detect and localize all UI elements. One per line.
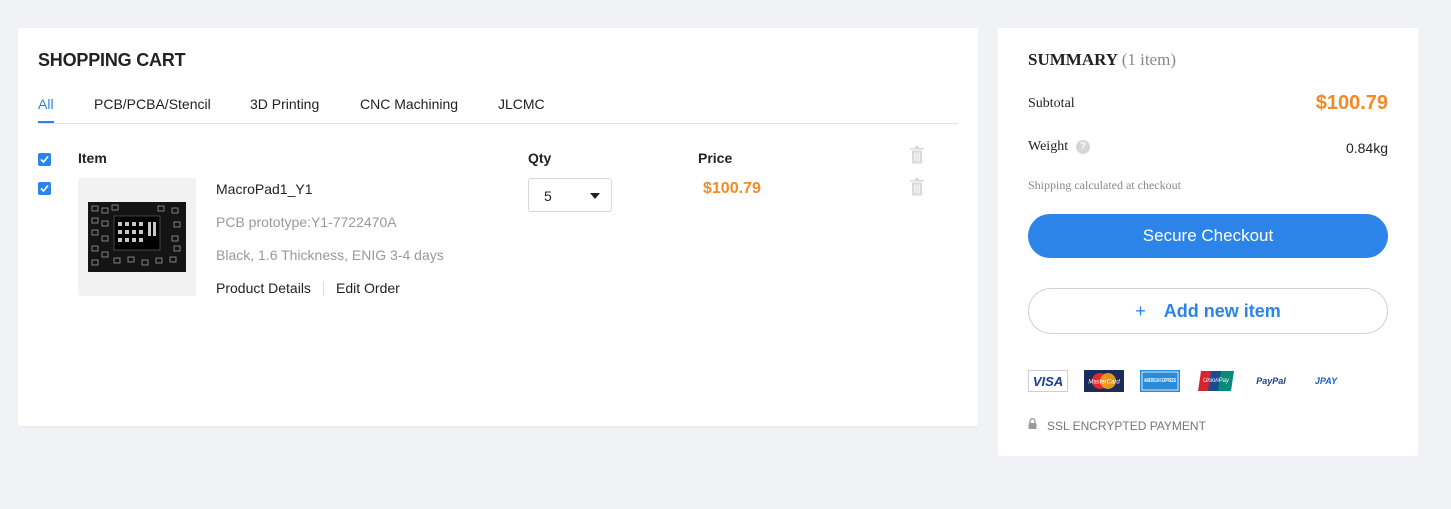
weight-value: 0.84kg: [1345, 140, 1388, 156]
subtotal-label: Subtotal: [1028, 96, 1075, 111]
edit-order-link[interactable]: Edit Order: [336, 280, 400, 296]
delete-item-button[interactable]: [909, 178, 925, 196]
svg-text:UnionPay: UnionPay: [1203, 378, 1230, 384]
tab-cnc-machining[interactable]: CNC Machining: [360, 96, 458, 112]
summary-item-count: (1 item): [1121, 50, 1176, 69]
unionpay-logo: UnionPay: [1198, 370, 1234, 392]
link-divider: [323, 282, 324, 296]
cart-panel: SHOPPING CART All PCB/PCBA/Stencil 3D Pr…: [18, 28, 978, 426]
mastercard-logo: MasterCard: [1084, 370, 1124, 392]
tab-pcb-pcba-stencil[interactable]: PCB/PCBA/Stencil: [94, 96, 211, 112]
product-specs: Black, 1.6 Thickness, ENIG 3-4 days: [216, 247, 444, 263]
checkbox-checked-icon: [40, 155, 49, 164]
plus-icon: +: [1135, 301, 1146, 321]
amex-logo: AMERICAN EXPRESS: [1140, 370, 1180, 392]
help-icon[interactable]: ?: [1076, 140, 1090, 154]
cart-title: SHOPPING CART: [38, 50, 186, 70]
product-details-link[interactable]: Product Details: [216, 280, 311, 296]
add-new-item-label: Add new item: [1163, 301, 1281, 321]
svg-text:MasterCard: MasterCard: [1088, 380, 1120, 386]
tab-all[interactable]: All: [38, 96, 54, 112]
chevron-down-icon: [590, 193, 600, 199]
jpay-logo: JPAY: [1308, 370, 1348, 392]
trash-icon: [910, 146, 924, 164]
paypal-logo: PayPal: [1250, 370, 1292, 392]
qty-column-header: Qty: [528, 150, 552, 166]
cart-tabs: All PCB/PCBA/Stencil 3D Printing CNC Mac…: [38, 96, 958, 124]
svg-text:VISA: VISA: [1033, 374, 1063, 389]
price-column-header: Price: [698, 150, 733, 166]
svg-text:PayPal: PayPal: [1256, 376, 1286, 386]
summary-heading: SUMMARY: [1028, 50, 1118, 69]
quantity-select[interactable]: 5: [528, 178, 612, 212]
visa-logo: VISA: [1028, 370, 1068, 392]
active-tab-indicator: [38, 121, 54, 123]
svg-text:JPAY: JPAY: [1315, 376, 1338, 386]
add-new-item-button[interactable]: + Add new item: [1028, 288, 1388, 334]
delete-selected-button[interactable]: [909, 146, 925, 164]
secure-checkout-button[interactable]: Secure Checkout: [1028, 214, 1388, 258]
tab-jlcmc[interactable]: JLCMC: [498, 96, 545, 112]
checkbox-checked-icon: [40, 184, 49, 193]
product-thumbnail[interactable]: [78, 178, 196, 296]
trash-icon: [910, 178, 924, 196]
weight-label: Weight: [1028, 139, 1069, 154]
subtotal-value: $100.79: [1315, 92, 1388, 114]
product-name: MacroPad1_Y1: [216, 181, 313, 197]
product-subtitle: PCB prototype:Y1-7722470A: [216, 214, 397, 230]
pcb-image: [88, 202, 186, 272]
tab-3d-printing[interactable]: 3D Printing: [250, 96, 319, 112]
svg-text:AMERICAN EXPRESS: AMERICAN EXPRESS: [1144, 378, 1176, 384]
summary-title: SUMMARY (1 item): [1028, 50, 1176, 70]
item-column-header: Item: [78, 150, 107, 166]
shipping-note: Shipping calculated at checkout: [1028, 178, 1181, 192]
ssl-text: SSL ENCRYPTED PAYMENT: [1047, 419, 1206, 433]
item-checkbox[interactable]: [38, 182, 51, 195]
item-price: $100.79: [703, 180, 761, 197]
select-all-checkbox[interactable]: [38, 153, 51, 166]
lock-icon: [1028, 418, 1037, 429]
summary-panel: SUMMARY (1 item) Subtotal $100.79 Weight…: [998, 28, 1418, 456]
quantity-value: 5: [544, 188, 552, 204]
